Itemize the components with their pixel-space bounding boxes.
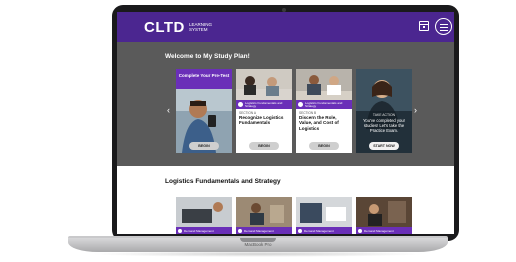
lesson-thumbnail[interactable]: Demand Management: [236, 197, 292, 234]
pretest-card-label: Complete Your Pre-Test: [176, 69, 232, 89]
module-icon: [298, 228, 302, 233]
module-icon: [358, 228, 362, 233]
pretest-card[interactable]: Complete Your Pre-Test BEGIN: [176, 69, 232, 153]
lesson-thumbnail[interactable]: Demand Management: [296, 197, 352, 234]
module-icon: [178, 228, 182, 233]
carousel-next-arrow[interactable]: ›: [414, 106, 417, 115]
thumbnail-photo: [356, 197, 412, 227]
thumbnail-label: Demand Management: [244, 228, 274, 233]
practice-exam-card[interactable]: TAKE ACTION You've completed your studie…: [356, 69, 412, 153]
team-meeting-photo: [236, 69, 292, 100]
hamburger-menu-icon[interactable]: [435, 18, 452, 35]
lesson-thumbnail[interactable]: Demand Management: [176, 197, 232, 234]
thumbnail-photo: [296, 197, 352, 227]
start-now-button[interactable]: START NOW: [369, 142, 399, 150]
logistics-title: Logistics Fundamentals and Strategy: [165, 178, 281, 185]
section-b-card[interactable]: Logistics Fundamentals and Strategy SECT…: [296, 69, 352, 153]
section-b-tag: Logistics Fundamentals and Strategy: [296, 100, 352, 109]
section-b-title: Discern the Role, Value, and Cost of Log…: [299, 115, 339, 131]
section-a-tag: Logistics Fundamentals and Strategy: [236, 100, 292, 109]
thumbnail-photo: [176, 197, 232, 227]
module-icon: [238, 228, 242, 233]
logo-subtitle: LEARNING SYSTEM: [189, 22, 213, 32]
lesson-thumbnail[interactable]: Demand Management: [356, 197, 412, 234]
section-a-tag-text: Logistics Fundamentals and Strategy: [245, 100, 283, 108]
section-a-begin-button[interactable]: BEGIN: [249, 142, 279, 150]
section-b-tag-text: Logistics Fundamentals and Strategy: [305, 100, 343, 108]
section-a-card[interactable]: Logistics Fundamentals and Strategy SECT…: [236, 69, 292, 153]
section-icon: [298, 102, 303, 107]
thumbnail-bar: Demand Management: [296, 227, 352, 234]
office-photo: [296, 69, 352, 100]
section-a-title: Recognize Logistics Fundamentals: [239, 115, 284, 126]
thumbnail-photo: [236, 197, 292, 227]
thumbnail-label: Demand Management: [364, 228, 394, 233]
logistics-section: Logistics Fundamentals and Strategy Dema…: [117, 166, 454, 234]
take-action-label: TAKE ACTION: [372, 113, 396, 117]
app-header: CLTD LEARNING SYSTEM: [117, 12, 454, 42]
calendar-icon[interactable]: [419, 21, 429, 31]
thumbnail-bar: Demand Management: [236, 227, 292, 234]
practice-exam-message: You've completed your studies! Let's tak…: [362, 118, 406, 133]
thumbnail-bar: Demand Management: [356, 227, 412, 234]
thumbnail-label: Demand Management: [184, 228, 214, 233]
logo: CLTD: [144, 19, 185, 36]
thumbnail-bar: Demand Management: [176, 227, 232, 234]
carousel-prev-arrow[interactable]: ‹: [167, 106, 170, 115]
study-plan-title: Welcome to My Study Plan!: [165, 53, 250, 60]
app-screen: CLTD LEARNING SYSTEM Welcome to My Study…: [117, 12, 454, 234]
laptop-model-label: MacBook Pro: [244, 242, 272, 247]
section-b-begin-button[interactable]: BEGIN: [309, 142, 339, 150]
study-plan-section: Welcome to My Study Plan! ‹ › Complete Y…: [117, 42, 454, 166]
pretest-begin-button[interactable]: BEGIN: [189, 142, 219, 150]
section-icon: [238, 102, 243, 107]
thumbnail-label: Demand Management: [304, 228, 334, 233]
